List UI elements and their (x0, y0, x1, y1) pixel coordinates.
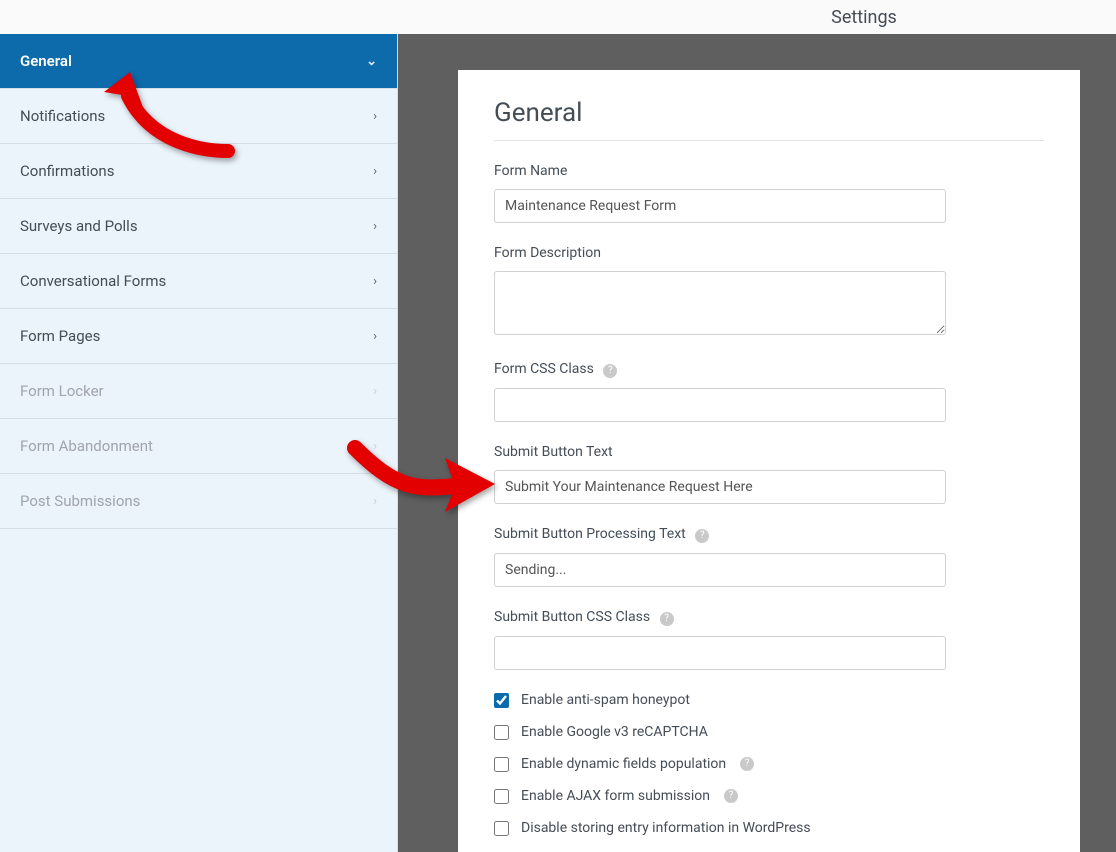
sidebar-item-conversational[interactable]: Conversational Forms › (0, 254, 397, 309)
field-form-description: Form Description (494, 245, 1044, 339)
checkbox-dynamic[interactable] (494, 757, 509, 772)
checkbox-label: Enable dynamic fields population (521, 756, 726, 772)
checkbox-disable-storing[interactable] (494, 821, 509, 836)
label-form-description: Form Description (494, 245, 1044, 261)
checkbox-recaptcha[interactable] (494, 725, 509, 740)
checkbox-honeypot[interactable] (494, 693, 509, 708)
main-wrap: General Form Name Form Description Form … (398, 34, 1116, 852)
label-form-css-class: Form CSS Class ? (494, 361, 1044, 378)
sidebar-item-form-locker[interactable]: Form Locker › (0, 364, 397, 419)
sidebar-item-label: Post Submissions (20, 492, 140, 510)
sidebar-item-label: Form Locker (20, 382, 104, 400)
chevron-right-icon: › (373, 274, 377, 289)
label-form-name: Form Name (494, 163, 1044, 179)
field-submit-button-processing: Submit Button Processing Text ? (494, 526, 1044, 587)
sidebar-item-label: Confirmations (20, 162, 114, 180)
sidebar-item-label: Notifications (20, 107, 105, 125)
chevron-right-icon: › (373, 219, 377, 234)
label-text: Form CSS Class (494, 361, 594, 377)
input-submit-button-text[interactable] (494, 470, 946, 504)
label-submit-button-processing: Submit Button Processing Text ? (494, 526, 1044, 543)
label-text: Submit Button Processing Text (494, 526, 686, 542)
sidebar-item-label: Conversational Forms (20, 272, 166, 290)
textarea-form-description[interactable] (494, 271, 946, 335)
sidebar-item-notifications[interactable]: Notifications › (0, 89, 397, 144)
chevron-right-icon: › (373, 109, 377, 124)
checkbox-row-disable-storing: Disable storing entry information in Wor… (494, 820, 1044, 836)
label-text: Submit Button CSS Class (494, 609, 650, 625)
field-submit-button-text: Submit Button Text (494, 444, 1044, 504)
checkbox-row-ajax: Enable AJAX form submission ? (494, 788, 1044, 804)
help-icon[interactable]: ? (660, 612, 674, 626)
checkbox-row-recaptcha: Enable Google v3 reCAPTCHA (494, 724, 1044, 740)
sidebar: General ⌄ Notifications › Confirmations … (0, 34, 398, 852)
chevron-right-icon: › (373, 439, 377, 454)
field-form-css-class: Form CSS Class ? (494, 361, 1044, 422)
input-form-css-class[interactable] (494, 388, 946, 422)
app: Settings General ⌄ Notifications › Confi… (0, 0, 1116, 852)
field-form-name: Form Name (494, 163, 1044, 223)
field-submit-button-css-class: Submit Button CSS Class ? (494, 609, 1044, 670)
help-icon[interactable]: ? (695, 529, 709, 543)
input-submit-button-css-class[interactable] (494, 636, 946, 670)
help-icon[interactable]: ? (740, 757, 754, 771)
help-icon[interactable]: ? (724, 789, 738, 803)
input-submit-button-processing[interactable] (494, 553, 946, 587)
chevron-down-icon: ⌄ (366, 54, 377, 69)
chevron-right-icon: › (373, 494, 377, 509)
panel-heading: General (494, 98, 1044, 141)
sidebar-item-confirmations[interactable]: Confirmations › (0, 144, 397, 199)
sidebar-item-form-abandonment[interactable]: Form Abandonment › (0, 419, 397, 474)
checkbox-row-honeypot: Enable anti-spam honeypot (494, 692, 1044, 708)
checkbox-label: Enable anti-spam honeypot (521, 692, 690, 708)
checkbox-label: Enable AJAX form submission (521, 788, 710, 804)
header: Settings (0, 0, 1116, 34)
header-title: Settings (831, 7, 897, 28)
chevron-right-icon: › (373, 164, 377, 179)
input-form-name[interactable] (494, 189, 946, 223)
checkbox-label: Enable Google v3 reCAPTCHA (521, 724, 708, 740)
body: General ⌄ Notifications › Confirmations … (0, 34, 1116, 852)
sidebar-item-label: Form Abandonment (20, 437, 153, 455)
checkbox-row-dynamic: Enable dynamic fields population ? (494, 756, 1044, 772)
sidebar-item-label: Surveys and Polls (20, 217, 138, 235)
sidebar-item-post-submissions[interactable]: Post Submissions › (0, 474, 397, 529)
chevron-right-icon: › (373, 384, 377, 399)
label-submit-button-css-class: Submit Button CSS Class ? (494, 609, 1044, 626)
checkbox-ajax[interactable] (494, 789, 509, 804)
checkbox-label: Disable storing entry information in Wor… (521, 820, 811, 836)
settings-panel: General Form Name Form Description Form … (458, 70, 1080, 852)
sidebar-item-form-pages[interactable]: Form Pages › (0, 309, 397, 364)
sidebar-item-label: General (20, 52, 72, 70)
label-submit-button-text: Submit Button Text (494, 444, 1044, 460)
chevron-right-icon: › (373, 329, 377, 344)
sidebar-item-surveys[interactable]: Surveys and Polls › (0, 199, 397, 254)
help-icon[interactable]: ? (603, 364, 617, 378)
sidebar-item-general[interactable]: General ⌄ (0, 34, 397, 89)
sidebar-item-label: Form Pages (20, 327, 100, 345)
